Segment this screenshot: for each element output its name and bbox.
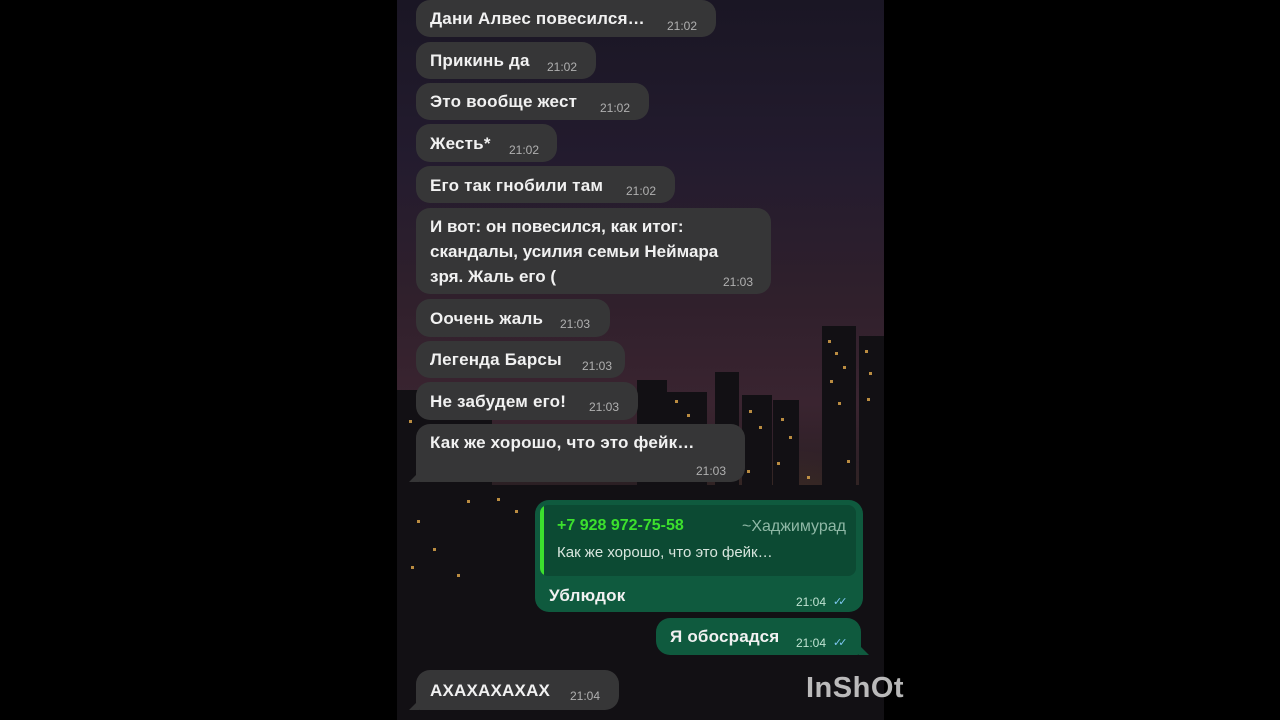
message-text: Оочень жаль xyxy=(430,309,544,328)
message-time: 21:03 xyxy=(696,464,727,478)
message-bubble[interactable]: Дани Алвес повесился… 21:02 xyxy=(416,0,716,37)
message-bubble[interactable]: Его так гнобили там 21:02 xyxy=(416,166,675,203)
message-text: Я обосрадся xyxy=(670,627,780,646)
message-bubble[interactable]: Я обосрадся 21:04 ✓✓ xyxy=(656,618,861,655)
message-text: Прикинь да xyxy=(430,51,530,70)
message-text: АХАХАХАХАХ xyxy=(430,681,551,700)
phone-screen: Дани Алвес повесился… 21:02 Прикинь да 2… xyxy=(397,0,884,720)
message-bubble[interactable]: И вот: он повесился, как итог: скандалы,… xyxy=(416,208,771,294)
message-text-line: скандалы, усилия семьи Неймара xyxy=(430,242,719,261)
message-time: 21:04 xyxy=(796,595,827,609)
quote-text: Как же хорошо, что это фейк… xyxy=(557,544,773,561)
message-bubble[interactable]: Прикинь да 21:02 xyxy=(416,42,596,79)
message-time: 21:03 xyxy=(582,359,613,373)
message-time: 21:04 xyxy=(796,636,827,650)
read-receipt-icon: ✓✓ xyxy=(833,637,848,649)
message-time: 21:02 xyxy=(667,19,698,33)
message-text: Жесть* xyxy=(430,134,491,153)
message-text: Как же хорошо, что это фейк… xyxy=(430,433,695,452)
message-text: Легенда Барсы xyxy=(430,350,562,369)
bubble-tail xyxy=(859,645,869,655)
message-bubble[interactable]: Это вообще жест 21:02 xyxy=(416,83,649,120)
bubble-tail xyxy=(409,700,419,710)
inshot-watermark: InShOt xyxy=(806,672,905,704)
message-time: 21:02 xyxy=(600,101,631,115)
message-time: 21:02 xyxy=(626,184,657,198)
message-bubble[interactable]: Не забудем его! 21:03 xyxy=(416,382,638,420)
message-time: 21:03 xyxy=(589,400,620,414)
message-time: 21:03 xyxy=(723,275,754,289)
bubble-tail xyxy=(409,472,419,482)
quote-sender-name: ~Хаджимурад xyxy=(741,518,846,535)
message-text-line: зря. Жаль его ( xyxy=(430,267,557,286)
message-bubble[interactable]: Жесть* 21:02 xyxy=(416,124,557,162)
reply-message-bubble[interactable]: +7 928 972-75-58 ~Хаджимурад Как же хоро… xyxy=(535,500,863,612)
message-bubble[interactable]: Оочень жаль 21:03 xyxy=(416,299,610,337)
message-bubble[interactable]: Как же хорошо, что это фейк… 21:03 xyxy=(416,424,745,482)
message-time: 21:03 xyxy=(560,317,591,331)
message-time: 21:02 xyxy=(547,60,578,74)
message-text-line: И вот: он повесился, как итог: xyxy=(430,217,684,236)
message-text: Это вообще жест xyxy=(430,92,578,111)
message-bubble[interactable]: Легенда Барсы 21:03 xyxy=(416,341,625,378)
message-text: Ублюдок xyxy=(549,586,626,605)
quote-accent-bar xyxy=(540,505,544,576)
message-text: Дани Алвес повесился… xyxy=(430,9,645,28)
read-receipt-icon: ✓✓ xyxy=(833,596,848,608)
message-text: Его так гнобили там xyxy=(430,176,604,195)
message-time: 21:02 xyxy=(509,143,540,157)
message-time: 21:04 xyxy=(570,689,601,703)
message-text: Не забудем его! xyxy=(430,392,567,411)
quoted-message[interactable]: +7 928 972-75-58 ~Хаджимурад Как же хоро… xyxy=(540,505,856,576)
message-bubble[interactable]: АХАХАХАХАХ 21:04 xyxy=(416,670,619,710)
quote-sender-phone: +7 928 972-75-58 xyxy=(557,517,684,534)
